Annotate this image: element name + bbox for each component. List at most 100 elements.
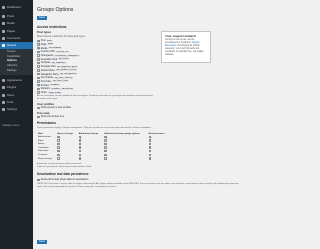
sidebar-item-dashboard[interactable]: Dashboard [0, 4, 33, 11]
permission-checkbox[interactable] [104, 135, 108, 140]
sidebar-item-users[interactable]: Users [0, 91, 33, 98]
access-restrictions-heading: Access restrictions [37, 25, 67, 29]
post-type-code: custom_css [55, 50, 70, 53]
save-button-top[interactable]: Save [37, 16, 47, 21]
post-type-checkbox[interactable] [37, 54, 40, 57]
deactivation-checkbox[interactable] [37, 178, 40, 182]
permission-checkbox[interactable] [78, 157, 82, 160]
post-types-description: Show access restrictions for these post … [37, 35, 86, 38]
post-type-checkbox[interactable] [37, 69, 40, 72]
post-type-checkbox[interactable] [37, 43, 40, 47]
permission-checkbox[interactable] [148, 153, 152, 156]
user-profiles-checkbox[interactable] [37, 106, 40, 110]
permission-checkbox[interactable] [57, 149, 60, 153]
sidebar-item-comments[interactable]: Comments [0, 35, 33, 42]
permission-checkbox[interactable] [78, 153, 82, 156]
permission-checkbox[interactable] [57, 157, 60, 160]
deactivation-note: CAUTION: If this option is active while … [37, 183, 239, 188]
post-type-code: post [46, 39, 53, 42]
post-type-checkbox[interactable] [37, 83, 40, 87]
deactivation-option[interactable]: Delete all Groups plugin data on deactiv… [37, 178, 88, 182]
plug-icon [2, 86, 5, 90]
permission-checkbox[interactable] [104, 153, 107, 156]
post-type-checkbox[interactable] [37, 80, 40, 83]
permission-checkbox[interactable] [78, 135, 83, 140]
permission-checkbox[interactable] [148, 146, 152, 149]
sidebar-item-pages[interactable]: Pages [0, 28, 33, 35]
sidebar-item-groups[interactable]: Groups [0, 41, 33, 50]
permissions-heading: Permissions [37, 121, 56, 125]
collapse-menu-button[interactable]: Collapse menu [2, 124, 19, 127]
permission-checkbox[interactable] [148, 139, 152, 142]
table-row: Shop manager [37, 157, 169, 161]
post-type-checkbox[interactable] [37, 46, 40, 50]
permission-checkbox[interactable] [104, 142, 107, 146]
sidebar-item-appearance[interactable]: Appearance [0, 77, 33, 84]
sidebar-item-settings[interactable]: Settings [0, 106, 33, 113]
permission-checkbox[interactable] [104, 157, 107, 160]
permission-checkbox[interactable] [57, 135, 61, 140]
dashboard-icon [2, 6, 5, 10]
permission-checkbox[interactable] [78, 149, 82, 153]
user-icon [2, 93, 5, 97]
post-type-checkbox[interactable] [37, 50, 40, 54]
permission-checkbox[interactable] [104, 146, 107, 149]
permission-checkbox[interactable] [148, 149, 152, 153]
permission-cell [148, 157, 169, 161]
settings-icon [2, 107, 5, 111]
permissions-body: AdministratorEditorAuthorContributorSubs… [37, 135, 169, 160]
post-types-heading: Post types [37, 30, 52, 34]
permission-cell [56, 157, 77, 161]
permission-checkbox[interactable] [148, 135, 153, 140]
tree-view-option[interactable]: Show the Groups tree [37, 115, 64, 119]
permission-checkbox[interactable] [57, 139, 60, 142]
permission-cell [78, 157, 104, 161]
permission-checkbox[interactable] [57, 153, 60, 156]
sidebar-item-media[interactable]: Media [0, 20, 33, 27]
comment-icon [2, 36, 5, 40]
post-types-note: Access restrictions can be enabled for t… [37, 95, 153, 100]
permission-checkbox[interactable] [78, 146, 82, 149]
save-button-bottom[interactable]: Save [37, 240, 47, 245]
post-type-checkbox[interactable] [37, 61, 40, 65]
permissions-description: These permissions apply to Groups manage… [37, 127, 152, 129]
post-type-code: page [47, 43, 54, 46]
post-type-code: wp_template_part [56, 65, 78, 68]
support-body: Groups is free to use, and its developme… [165, 39, 204, 57]
permission-checkbox[interactable] [78, 142, 82, 146]
post-type-checkbox[interactable] [37, 87, 40, 91]
post-type-code: product [50, 84, 60, 87]
permission-checkbox[interactable] [104, 139, 107, 142]
sidebar-item-tools[interactable]: Tools [0, 99, 33, 106]
post-type-code: wp_navigation [59, 73, 78, 76]
post-type-code: wp_global_styles [55, 69, 78, 72]
user-profiles-option[interactable]: Show groups in user profiles [37, 106, 71, 110]
sidebar-item-posts[interactable]: Posts [0, 13, 33, 20]
tree-view-checkbox[interactable] [37, 115, 40, 119]
post-type-checkbox[interactable] [37, 72, 40, 76]
post-type-label: Order [40, 91, 47, 95]
post-type-code: customize_changeset [54, 54, 80, 57]
permission-checkbox[interactable] [104, 149, 107, 153]
permissions-note-2: If you lock yourself out, please ask an … [37, 166, 92, 168]
post-type-option[interactable]: Order shop_order [37, 91, 62, 95]
post-type-code: wp_font_family [54, 76, 73, 79]
post-type-code: shop_order [47, 91, 62, 94]
sidebar-item-plugins[interactable]: Plugins [0, 84, 33, 91]
permissions-note-1: A minimum set of permissions will be pre… [37, 163, 82, 165]
submenu-item-settings[interactable]: Settings [0, 69, 33, 74]
permission-checkbox[interactable] [57, 142, 60, 146]
permission-checkbox[interactable] [57, 146, 60, 149]
role-name: Shop manager [38, 157, 53, 160]
post-type-checkbox[interactable] [37, 65, 40, 68]
post-type-code: attachment [48, 47, 62, 50]
post-type-code: product_variation [51, 87, 74, 90]
post-type-checkbox[interactable] [37, 91, 40, 94]
permission-checkbox[interactable] [148, 142, 152, 146]
permission-checkbox[interactable] [148, 157, 152, 160]
permission-checkbox[interactable] [78, 139, 82, 142]
paintbrush-icon [2, 79, 5, 83]
pin-icon [2, 15, 5, 19]
groups-submenu: Groups Capabilities Options Add-Ons Sett… [0, 49, 33, 76]
main-content: Groups Options Save Access restrictions … [33, 0, 250, 249]
